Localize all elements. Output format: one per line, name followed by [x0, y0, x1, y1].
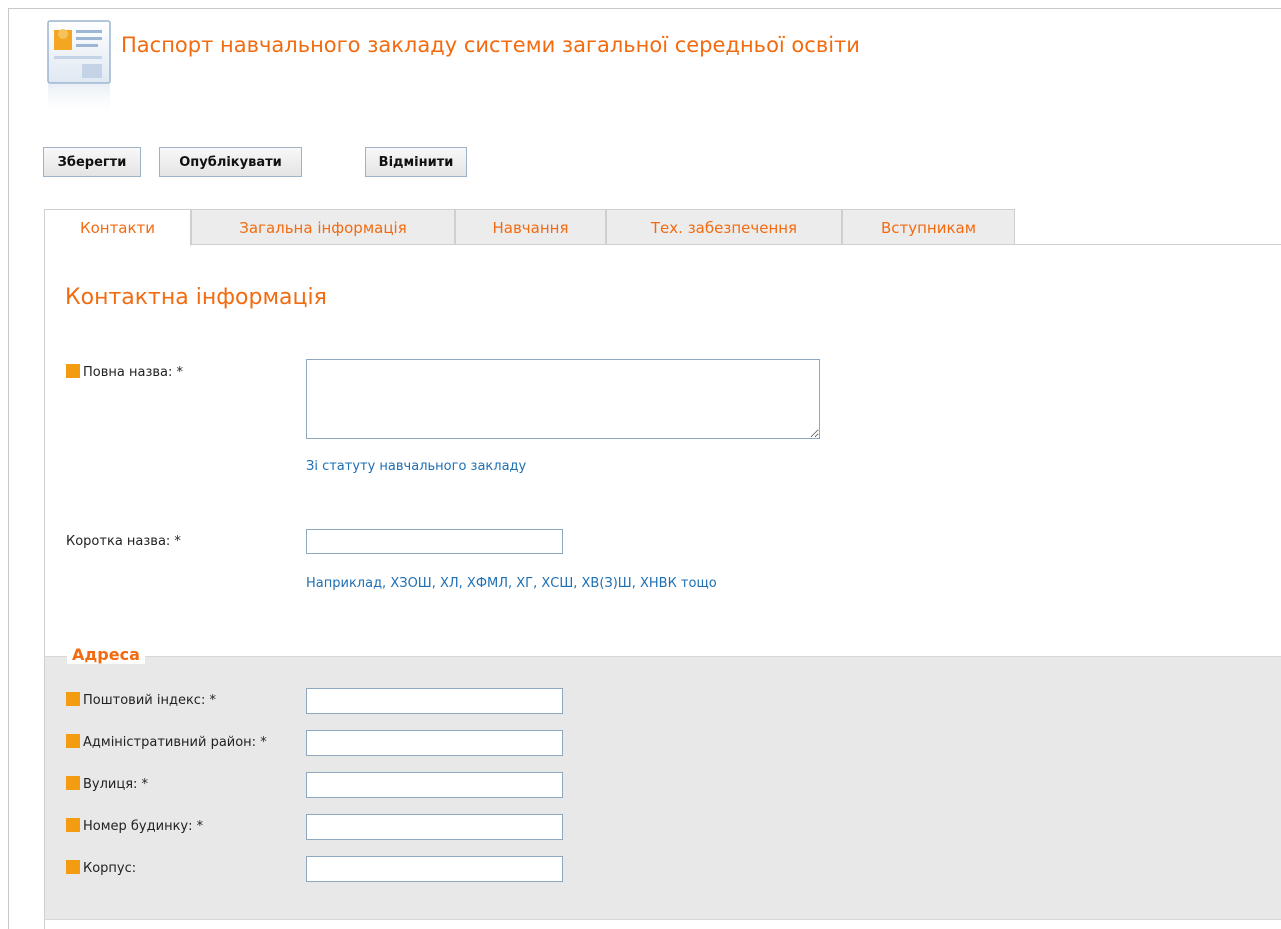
- street-label: Вулиця: *: [66, 776, 148, 792]
- address-legend: Адреса: [67, 645, 145, 664]
- required-marker-icon: [66, 692, 80, 706]
- required-marker-icon: [66, 364, 80, 378]
- house-number-field[interactable]: [306, 814, 563, 840]
- street-field[interactable]: [306, 772, 563, 798]
- full-name-label: Повна назва: *: [66, 364, 183, 380]
- building-field[interactable]: [306, 856, 563, 882]
- house-number-label: Номер будинку: *: [66, 818, 203, 834]
- building-label: Корпус:: [66, 860, 136, 876]
- tab-tech-support[interactable]: Тех. забезпечення: [606, 209, 842, 245]
- required-marker-icon: [66, 818, 80, 832]
- short-name-field[interactable]: [306, 529, 563, 554]
- page-frame-top: [8, 8, 1281, 9]
- short-name-hint: Наприклад, ХЗОШ, ХЛ, ХФМЛ, ХГ, ХСШ, ХВ(З…: [306, 576, 717, 591]
- short-name-label: Коротка назва: *: [66, 534, 181, 549]
- section-title: Контактна інформація: [65, 285, 327, 310]
- required-marker-icon: [66, 734, 80, 748]
- address-fieldset: [45, 656, 1281, 920]
- cancel-button[interactable]: Відмінити: [365, 147, 467, 177]
- required-marker-icon: [66, 776, 80, 790]
- required-marker-icon: [66, 860, 80, 874]
- full-name-field[interactable]: [306, 359, 820, 439]
- postal-code-field[interactable]: [306, 688, 563, 714]
- tab-education[interactable]: Навчання: [455, 209, 606, 245]
- tab-contacts[interactable]: Контакти: [44, 209, 191, 246]
- profile-card-icon: [46, 20, 112, 120]
- page-frame-left: [8, 8, 9, 929]
- save-button[interactable]: Зберегти: [43, 147, 141, 177]
- postal-code-label: Поштовий індекс: *: [66, 692, 216, 708]
- full-name-hint: Зі статуту навчального закладу: [306, 459, 527, 474]
- district-label: Адміністративний район: *: [66, 734, 267, 750]
- tab-applicants[interactable]: Вступникам: [842, 209, 1015, 245]
- publish-button[interactable]: Опублікувати: [159, 147, 302, 177]
- district-field[interactable]: [306, 730, 563, 756]
- page-title: Паспорт навчального закладу системи зага…: [121, 33, 860, 57]
- tab-general-info[interactable]: Загальна інформація: [191, 209, 455, 245]
